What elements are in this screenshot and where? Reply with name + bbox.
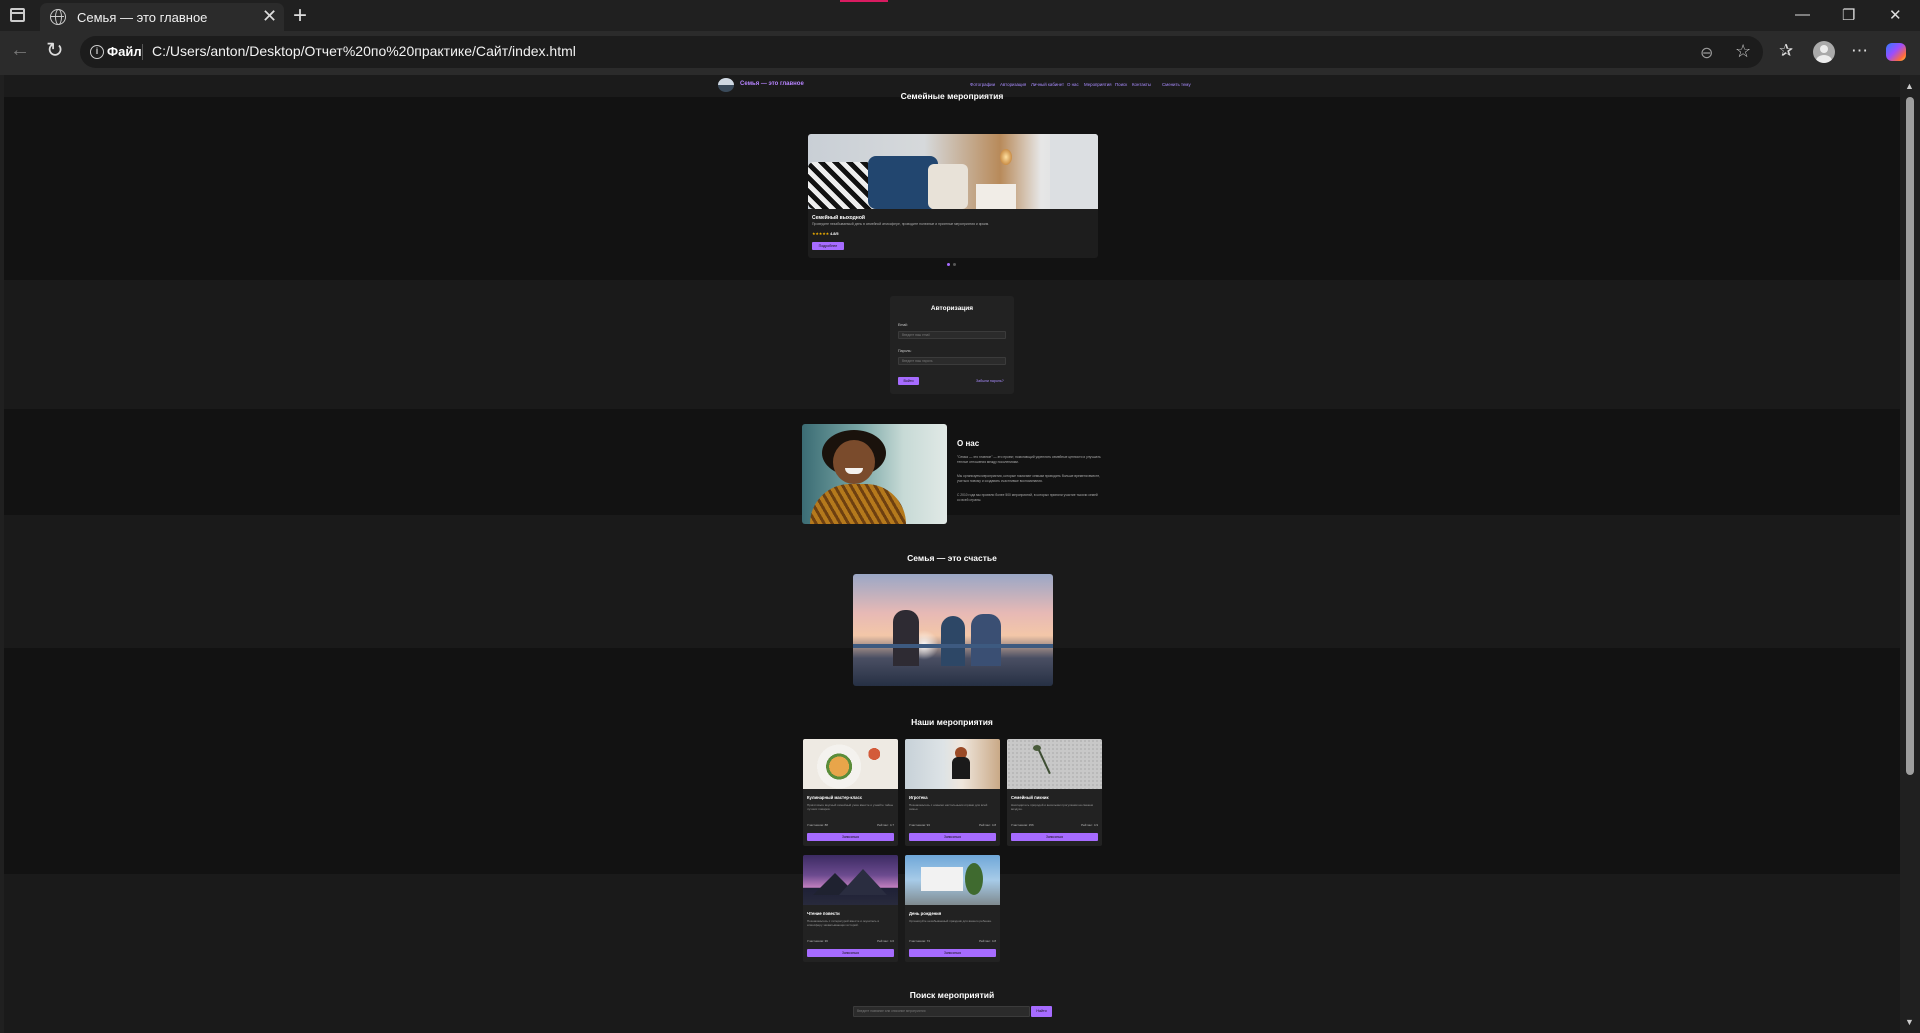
avatar[interactable] xyxy=(1813,41,1835,63)
copilot-icon[interactable] xyxy=(1886,43,1906,61)
reload-icon[interactable]: ↻ xyxy=(46,38,64,63)
sidebar-toggle-icon[interactable] xyxy=(10,8,25,22)
nav-events[interactable]: Мероприятия xyxy=(1084,82,1112,87)
address-bar[interactable]: i Файл C:/Users/anton/Desktop/Отчет%20по… xyxy=(80,36,1763,68)
nav-about[interactable]: О нас xyxy=(1067,82,1079,87)
page-scrollbar[interactable]: ▲ ▼ xyxy=(1900,75,1920,1033)
scroll-down-icon[interactable]: ▼ xyxy=(1905,1017,1914,1027)
page-viewport: Семья — это главное Фотографии Авторизац… xyxy=(4,75,1900,1033)
zoom-icon[interactable]: ⊖ xyxy=(1700,43,1713,63)
info-icon[interactable]: i xyxy=(90,45,104,59)
browser-toolbar: ← ↻ i Файл C:/Users/anton/Desktop/Отчет%… xyxy=(0,31,1920,75)
logo-icon[interactable] xyxy=(718,78,734,92)
scroll-up-icon[interactable]: ▲ xyxy=(1905,81,1914,91)
section-search xyxy=(4,874,1900,1033)
section-happiness xyxy=(4,515,1900,648)
favorites-icon[interactable]: ✰ xyxy=(1779,41,1793,61)
browser-tab[interactable]: Семья — это главное ✕ xyxy=(40,3,284,31)
section-events-slider xyxy=(4,97,1900,280)
window-close-icon[interactable]: ✕ xyxy=(1889,6,1902,24)
section-about xyxy=(4,409,1900,515)
site-brand[interactable]: Семья — это главное xyxy=(740,81,804,87)
scrollbar-thumb[interactable] xyxy=(1906,97,1914,775)
maximize-icon[interactable]: ❐ xyxy=(1842,6,1855,24)
section-our-events xyxy=(4,648,1900,874)
nav-search[interactable]: Поиск xyxy=(1115,82,1127,87)
url-text[interactable]: C:/Users/anton/Desktop/Отчет%20по%20прак… xyxy=(152,43,576,59)
browser-tab-bar: Семья — это главное ✕ + — ❐ ✕ xyxy=(0,0,1920,31)
back-icon[interactable]: ← xyxy=(10,39,30,62)
nav-account[interactable]: Личный кабинет xyxy=(1031,82,1064,87)
nav-photos[interactable]: Фотографии xyxy=(970,82,995,87)
tab-accent-bar xyxy=(840,0,888,2)
nav-auth[interactable]: Авторизация xyxy=(1000,82,1026,87)
minimize-icon[interactable]: — xyxy=(1795,6,1810,23)
chip-divider xyxy=(142,44,143,60)
more-icon[interactable]: ⋯ xyxy=(1851,41,1868,61)
theme-toggle[interactable]: Сменить тему xyxy=(1162,82,1191,87)
file-chip: Файл xyxy=(107,44,142,59)
site-header: Семья — это главное Фотографии Авторизац… xyxy=(4,75,1900,97)
close-icon[interactable]: ✕ xyxy=(262,6,277,27)
globe-icon xyxy=(50,9,66,25)
nav-contacts[interactable]: Контакты xyxy=(1132,82,1151,87)
tab-title: Семья — это главное xyxy=(77,10,208,25)
plus-icon[interactable]: + xyxy=(293,2,307,30)
section-login xyxy=(4,280,1900,409)
favorite-star-icon[interactable]: ☆ xyxy=(1735,41,1751,62)
